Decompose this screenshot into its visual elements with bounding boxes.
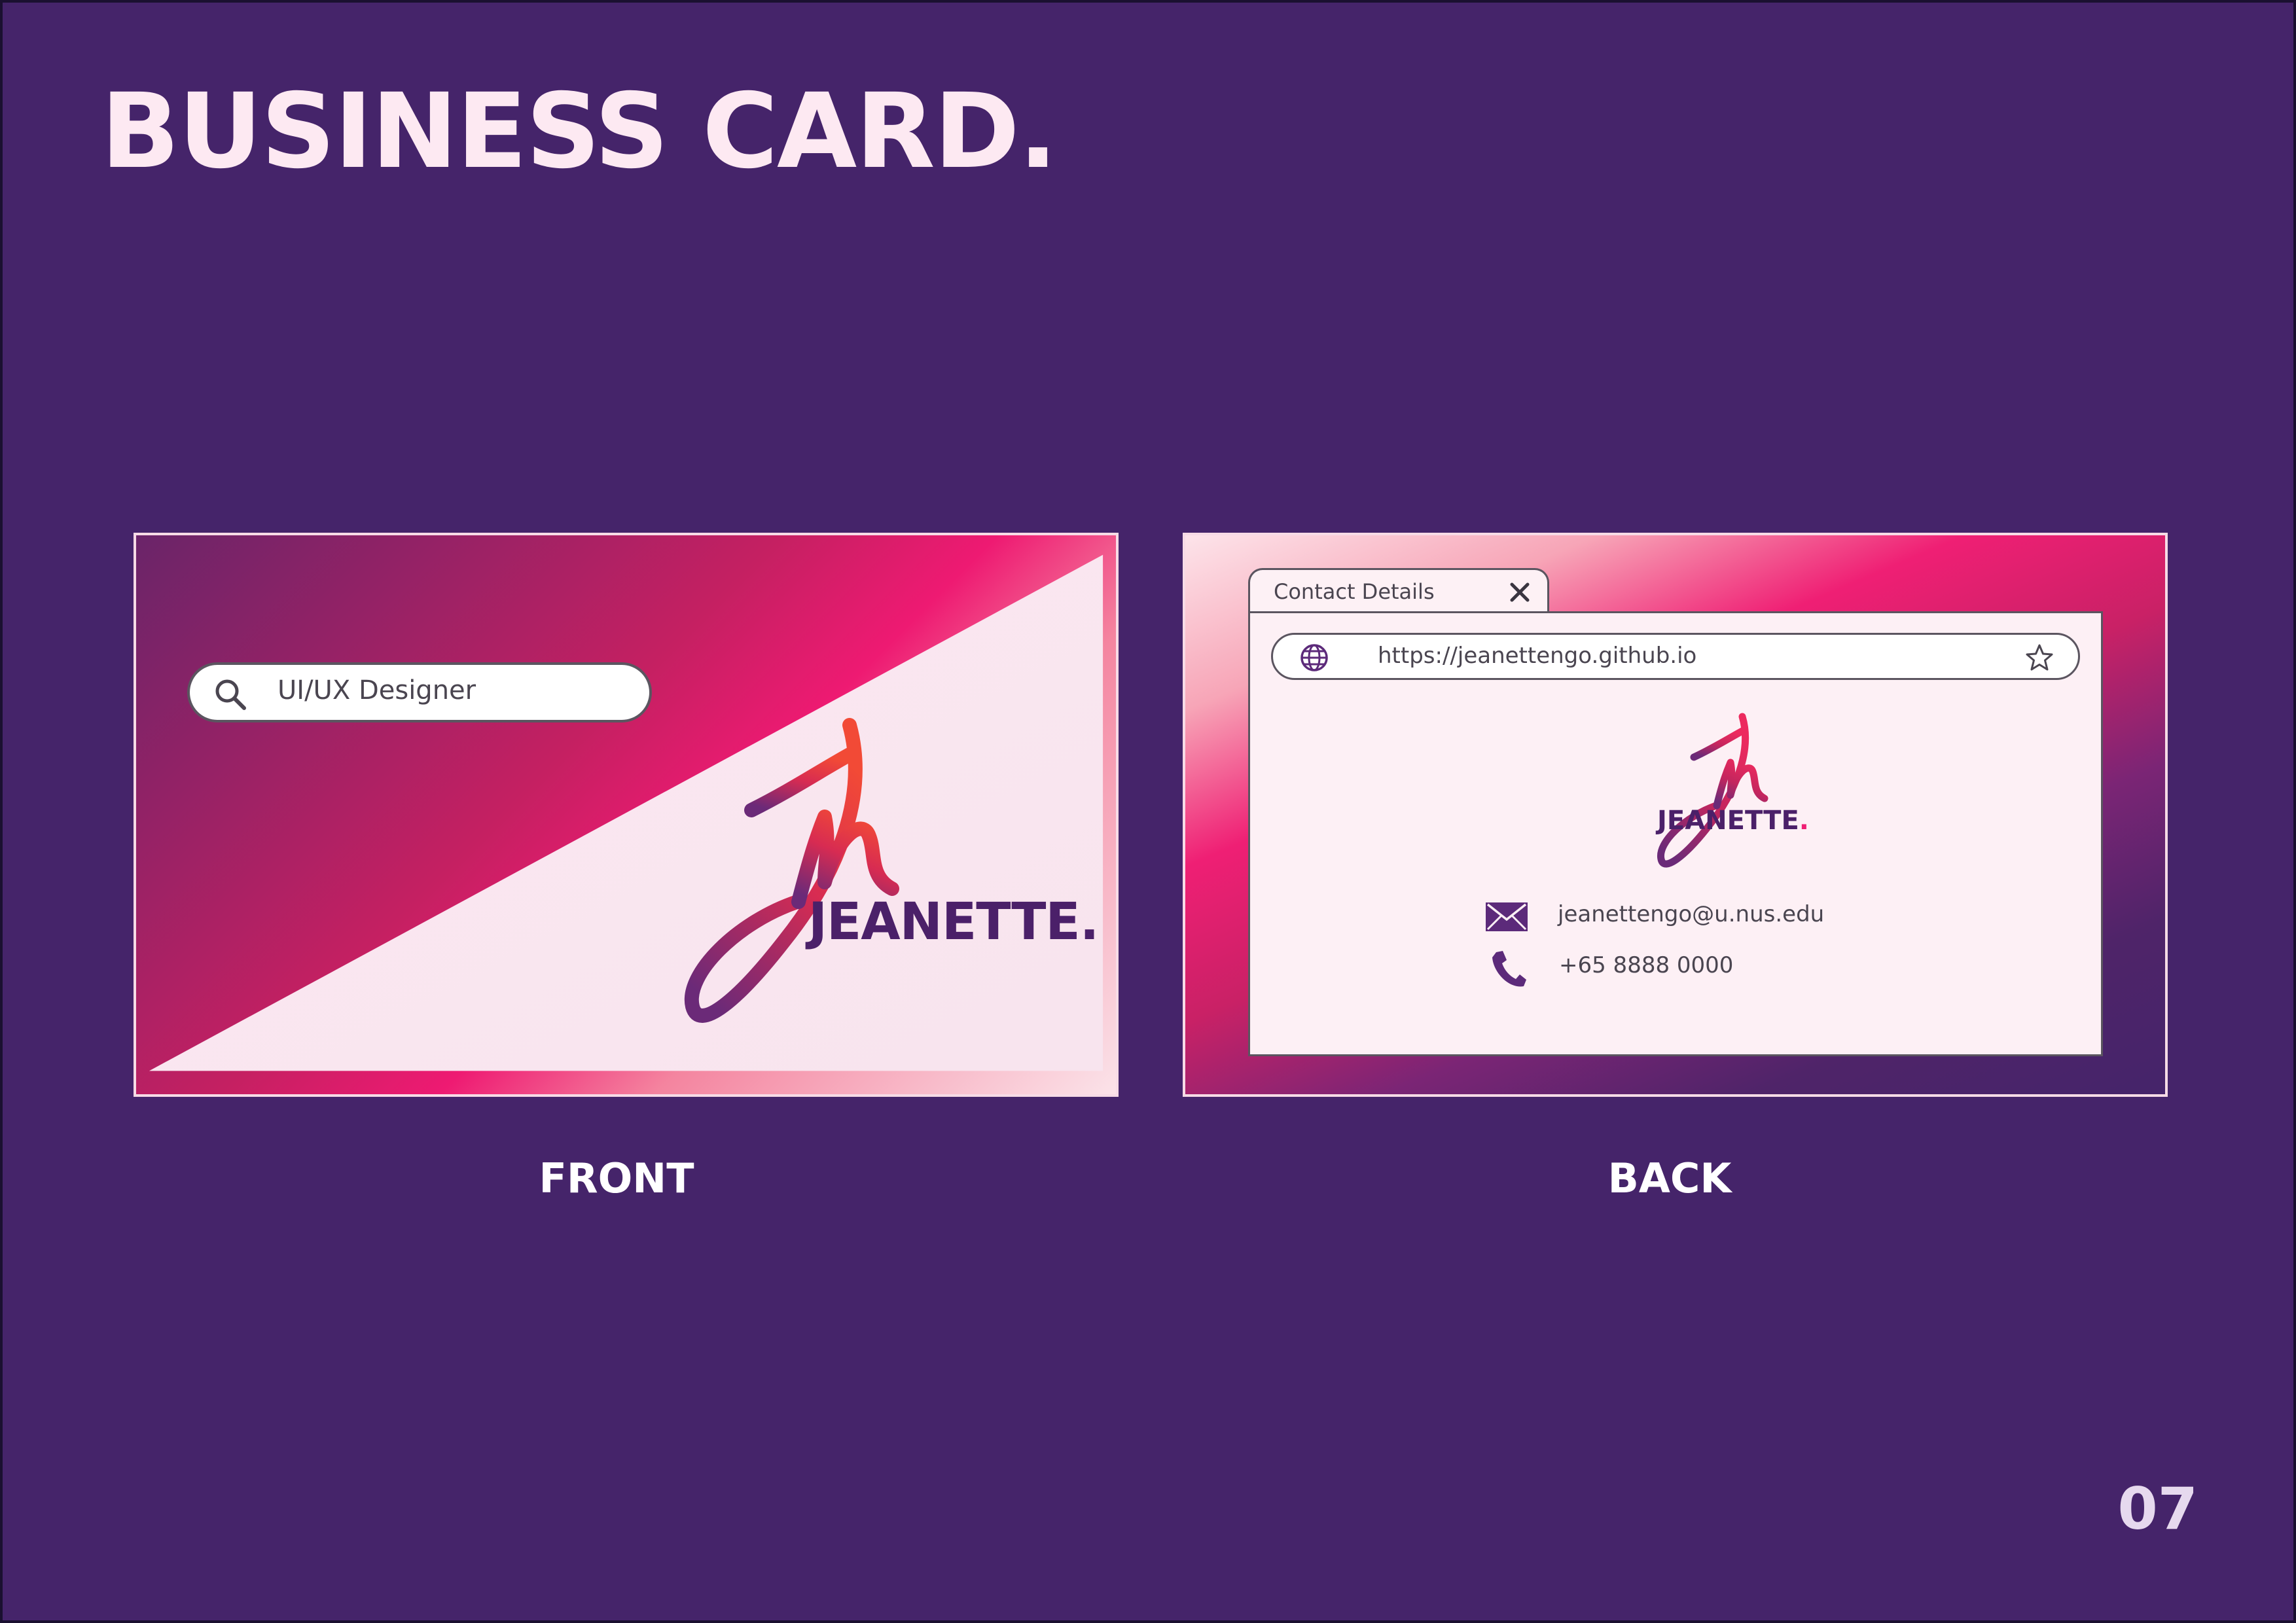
search-icon: [215, 679, 246, 710]
page-number: 07: [2117, 1475, 2198, 1543]
business-card-front: UI/UX Designer JEANETTE.: [134, 533, 1119, 1097]
browser-tab[interactable]: Contact Details: [1248, 568, 1549, 614]
back-caption: BACK: [1607, 1154, 1732, 1202]
search-text: UI/UX Designer: [278, 675, 476, 705]
front-caption: FRONT: [539, 1154, 694, 1202]
star-icon[interactable]: [2024, 643, 2054, 673]
close-icon[interactable]: [1507, 579, 1533, 605]
back-name-dot: .: [1799, 806, 1809, 836]
url-text: https://jeanettengo.github.io: [1378, 643, 1697, 669]
search-bar[interactable]: UI/UX Designer: [187, 662, 652, 722]
mail-icon: [1486, 902, 1528, 931]
tab-label: Contact Details: [1274, 579, 1435, 604]
url-bar[interactable]: https://jeanettengo.github.io: [1271, 633, 2080, 680]
jn-monogram-logo-small: [1657, 713, 1768, 868]
front-light-triangle: [149, 554, 1103, 1071]
globe-icon: [1300, 644, 1328, 671]
email-text: jeanettengo@u.nus.edu: [1558, 901, 1825, 927]
phone-text: +65 8888 0000: [1559, 952, 1734, 978]
business-card-back: Contact Details https://jeanettengo.gith…: [1183, 533, 2168, 1097]
page-title: BUSINESS CARD.: [101, 71, 1058, 192]
back-name-text: JEANETTE: [1657, 806, 1799, 836]
front-name: JEANETTE.: [808, 893, 1099, 952]
phone-icon: [1492, 951, 1526, 987]
jn-monogram-logo: [684, 718, 899, 1023]
browser-window: https://jeanettengo.github.io JEANETTE.: [1248, 611, 2103, 1056]
back-name: JEANETTE.: [1657, 806, 1809, 836]
